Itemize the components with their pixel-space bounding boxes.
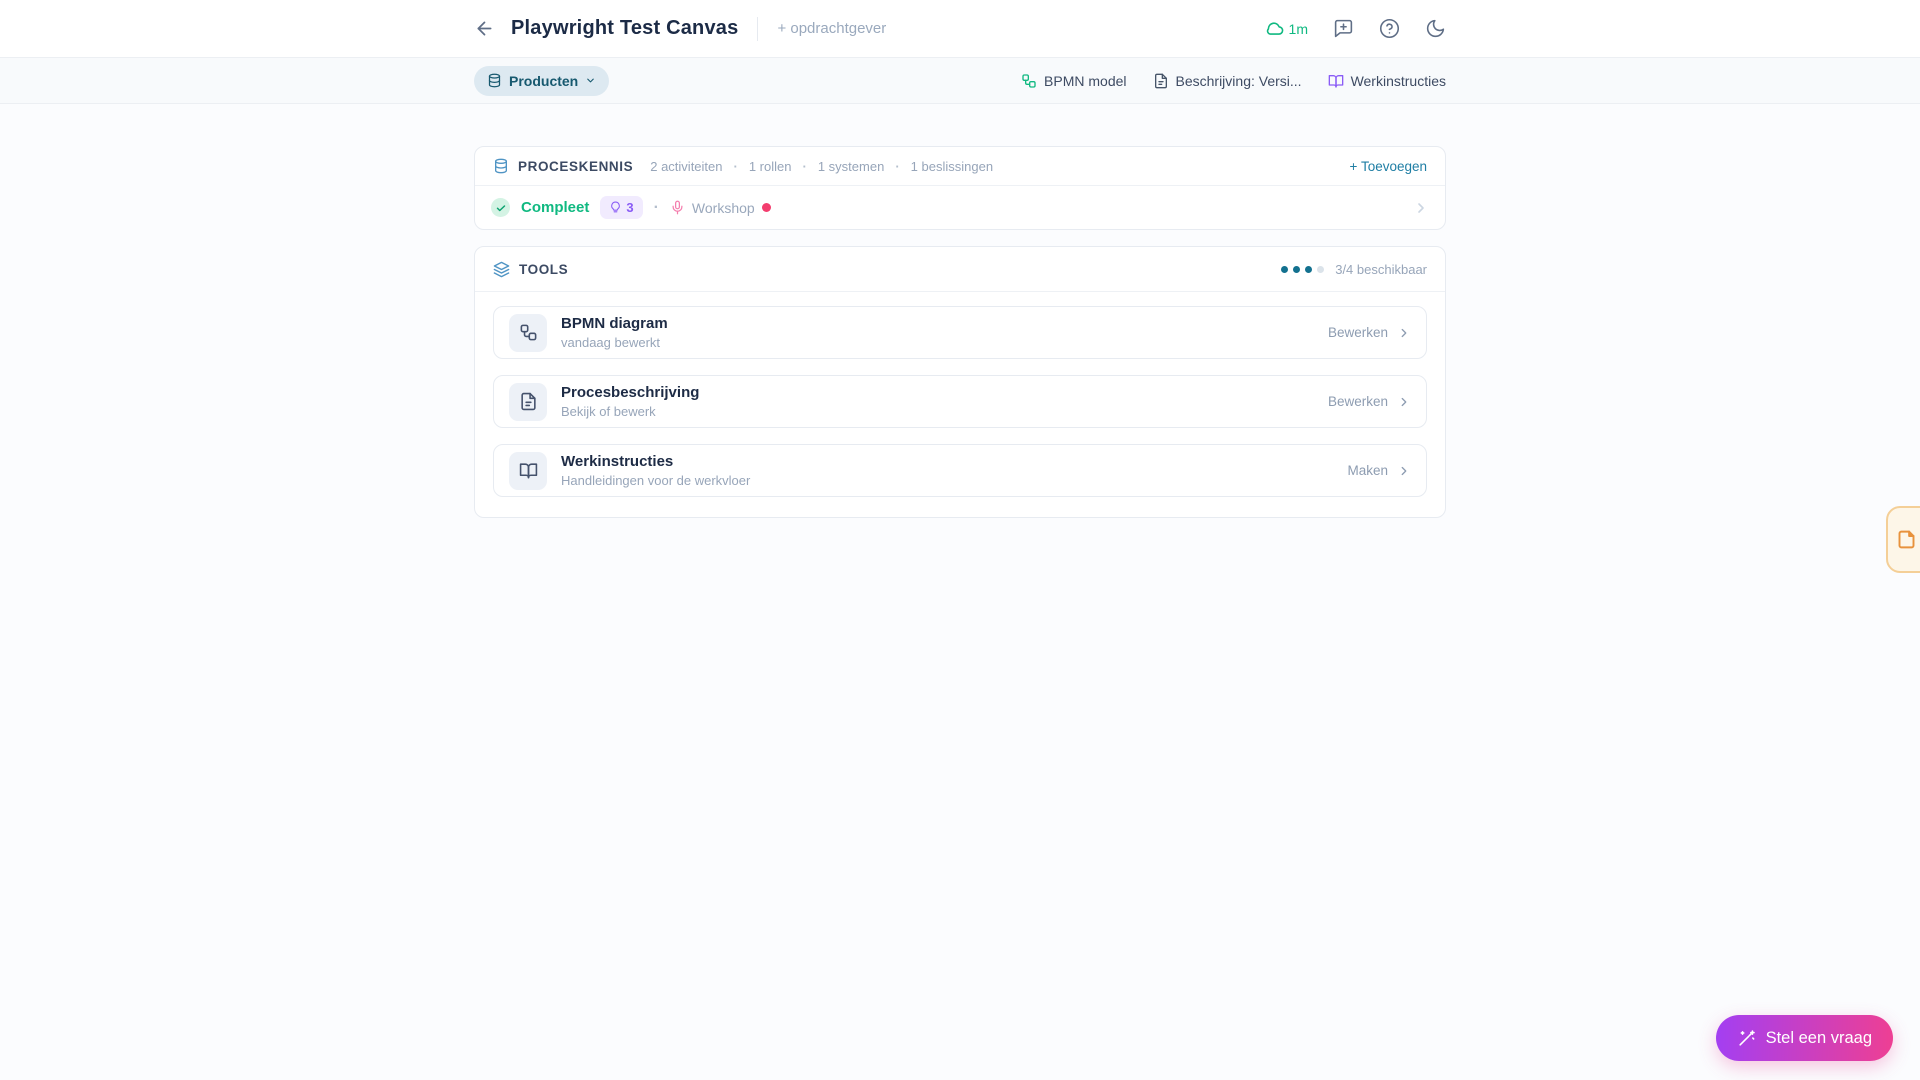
arrow-left-icon <box>474 18 495 39</box>
notes-edge-tab[interactable] <box>1886 506 1920 573</box>
tools-list: BPMN diagram vandaag bewerkt Bewerken Pr… <box>475 292 1445 517</box>
tool-title: BPMN diagram <box>561 315 668 332</box>
workshop-label: Workshop <box>691 199 755 216</box>
tool-texts: Procesbeschrijving Bekijk of bewerk <box>561 384 699 419</box>
magic-wand-icon <box>1737 1029 1756 1048</box>
tool-subtitle: vandaag bewerkt <box>561 335 661 350</box>
meta-roles: 1 rollen <box>748 158 792 174</box>
book-open-icon <box>1328 73 1344 89</box>
toolbar-links: BPMN model Beschrijving: Versi... Werkin… <box>1021 73 1446 89</box>
add-client-button[interactable]: + opdrachtgever <box>777 20 886 37</box>
products-dropdown[interactable]: Producten <box>474 65 610 96</box>
tools-card-title: TOOLS <box>519 261 569 277</box>
toolbar-link-beschrijving[interactable]: Beschrijving: Versi... <box>1153 73 1302 89</box>
meta-systems: 1 systemen <box>817 158 885 174</box>
tool-subtitle: Bekijk of bewerk <box>561 404 656 419</box>
help-circle-icon <box>1379 18 1400 39</box>
tools-card: TOOLS 3/4 beschikbaar BPMN diagram vanda… <box>474 246 1446 518</box>
process-status-row[interactable]: Compleet 3 · Workshop <box>475 186 1445 229</box>
lightbulb-icon <box>609 201 622 214</box>
tool-action-label: Bewerken <box>1327 394 1388 409</box>
microphone-icon <box>670 200 685 215</box>
check-circle-icon <box>491 198 510 217</box>
tool-subtitle: Handleidingen voor de werkvloer <box>561 473 751 488</box>
feedback-button[interactable] <box>1333 18 1354 39</box>
tools-card-header: TOOLS 3/4 beschikbaar <box>475 247 1445 291</box>
moon-icon <box>1425 18 1446 39</box>
live-dot-icon <box>761 203 771 212</box>
process-card-meta: 2 activiteiten · 1 rollen · 1 systemen ·… <box>650 159 993 174</box>
toolbar-inner: Producten BPMN model Beschrijving: Versi… <box>474 58 1446 103</box>
toolbar-link-label: Werkinstructies <box>1350 72 1446 89</box>
top-header-inner: Playwright Test Canvas + opdrachtgever 1… <box>474 0 1446 57</box>
meta-separator: · <box>895 158 900 174</box>
tool-row-bpmn-diagram[interactable]: BPMN diagram vandaag bewerkt Bewerken <box>493 306 1427 359</box>
toolbar-link-bpmn-model[interactable]: BPMN model <box>1021 72 1127 89</box>
tool-texts: Werkinstructies Handleidingen voor de we… <box>561 453 750 488</box>
dot-empty-icon <box>1317 265 1325 273</box>
tool-action-label: Maken <box>1347 463 1388 478</box>
chevron-right-icon <box>1397 395 1411 409</box>
workshop-indicator: Workshop <box>670 200 771 216</box>
tool-action-edit[interactable]: Bewerken <box>1328 325 1411 340</box>
ideas-count: 3 <box>626 200 634 215</box>
toolbar: Producten BPMN model Beschrijving: Versi… <box>0 58 1920 104</box>
workflow-icon <box>1021 73 1037 89</box>
ideas-badge[interactable]: 3 <box>600 196 643 219</box>
sync-status[interactable]: 1m <box>1265 19 1308 38</box>
meta-decisions: 1 beslissingen <box>910 158 994 174</box>
dot-filled-icon <box>1305 265 1313 273</box>
document-icon <box>509 382 547 421</box>
sync-time-label: 1m <box>1288 20 1308 37</box>
status-complete-label: Compleet <box>521 199 590 216</box>
cloud-icon <box>1265 19 1284 38</box>
tool-action-create[interactable]: Maken <box>1347 463 1411 478</box>
process-card-title: PROCESKENNIS <box>518 158 634 174</box>
toolbar-link-label: BPMN model <box>1044 72 1127 89</box>
page-title: Playwright Test Canvas <box>511 17 739 39</box>
meta-separator: · <box>733 158 738 174</box>
dot-filled-icon <box>1281 265 1289 273</box>
header-actions: 1m <box>1265 18 1446 39</box>
book-open-icon <box>509 451 547 490</box>
dot-filled-icon <box>1293 265 1301 273</box>
layers-icon <box>493 261 510 278</box>
database-icon <box>493 158 509 174</box>
tools-availability-label: 3/4 beschikbaar <box>1335 261 1427 277</box>
tool-title: Werkinstructies <box>561 453 674 470</box>
toolbar-link-werkinstructies[interactable]: Werkinstructies <box>1328 73 1446 89</box>
toolbar-link-label: Beschrijving: Versi... <box>1175 72 1302 89</box>
tool-action-label: Bewerken <box>1327 325 1388 340</box>
top-header: Playwright Test Canvas + opdrachtgever 1… <box>0 0 1920 58</box>
ask-question-label: Stel een vraag <box>1765 1028 1872 1047</box>
chevron-down-icon <box>585 75 596 86</box>
workflow-icon <box>509 313 547 352</box>
meta-separator: · <box>802 158 807 174</box>
add-process-knowledge-button[interactable]: + Toevoegen <box>1350 159 1427 174</box>
status-separator: · <box>653 198 659 216</box>
tool-title: Procesbeschrijving <box>561 384 700 401</box>
chevron-right-icon <box>1397 326 1411 340</box>
chevron-right-icon <box>1397 464 1411 478</box>
products-dropdown-label: Producten <box>509 72 579 89</box>
help-button[interactable] <box>1379 18 1400 39</box>
ask-question-button[interactable]: Stel een vraag <box>1715 1015 1893 1061</box>
header-divider <box>757 16 759 41</box>
database-icon <box>487 73 502 88</box>
tool-row-procesbeschrijving[interactable]: Procesbeschrijving Bekijk of bewerk Bewe… <box>493 375 1427 428</box>
message-plus-icon <box>1333 18 1354 39</box>
chevron-right-icon <box>1413 200 1429 216</box>
document-icon <box>1153 73 1169 89</box>
back-button[interactable] <box>474 18 495 39</box>
tool-texts: BPMN diagram vandaag bewerkt <box>561 315 668 350</box>
main-content: PROCESKENNIS 2 activiteiten · 1 rollen ·… <box>0 104 1920 518</box>
sticky-note-icon <box>1896 529 1917 550</box>
tool-row-werkinstructies[interactable]: Werkinstructies Handleidingen voor de we… <box>493 444 1427 497</box>
process-card-header: PROCESKENNIS 2 activiteiten · 1 rollen ·… <box>475 147 1445 185</box>
tool-action-edit[interactable]: Bewerken <box>1328 394 1411 409</box>
tools-availability-dots <box>1281 265 1325 273</box>
dark-mode-toggle[interactable] <box>1425 18 1446 39</box>
meta-activities: 2 activiteiten <box>650 158 723 174</box>
process-knowledge-card: PROCESKENNIS 2 activiteiten · 1 rollen ·… <box>474 146 1446 230</box>
